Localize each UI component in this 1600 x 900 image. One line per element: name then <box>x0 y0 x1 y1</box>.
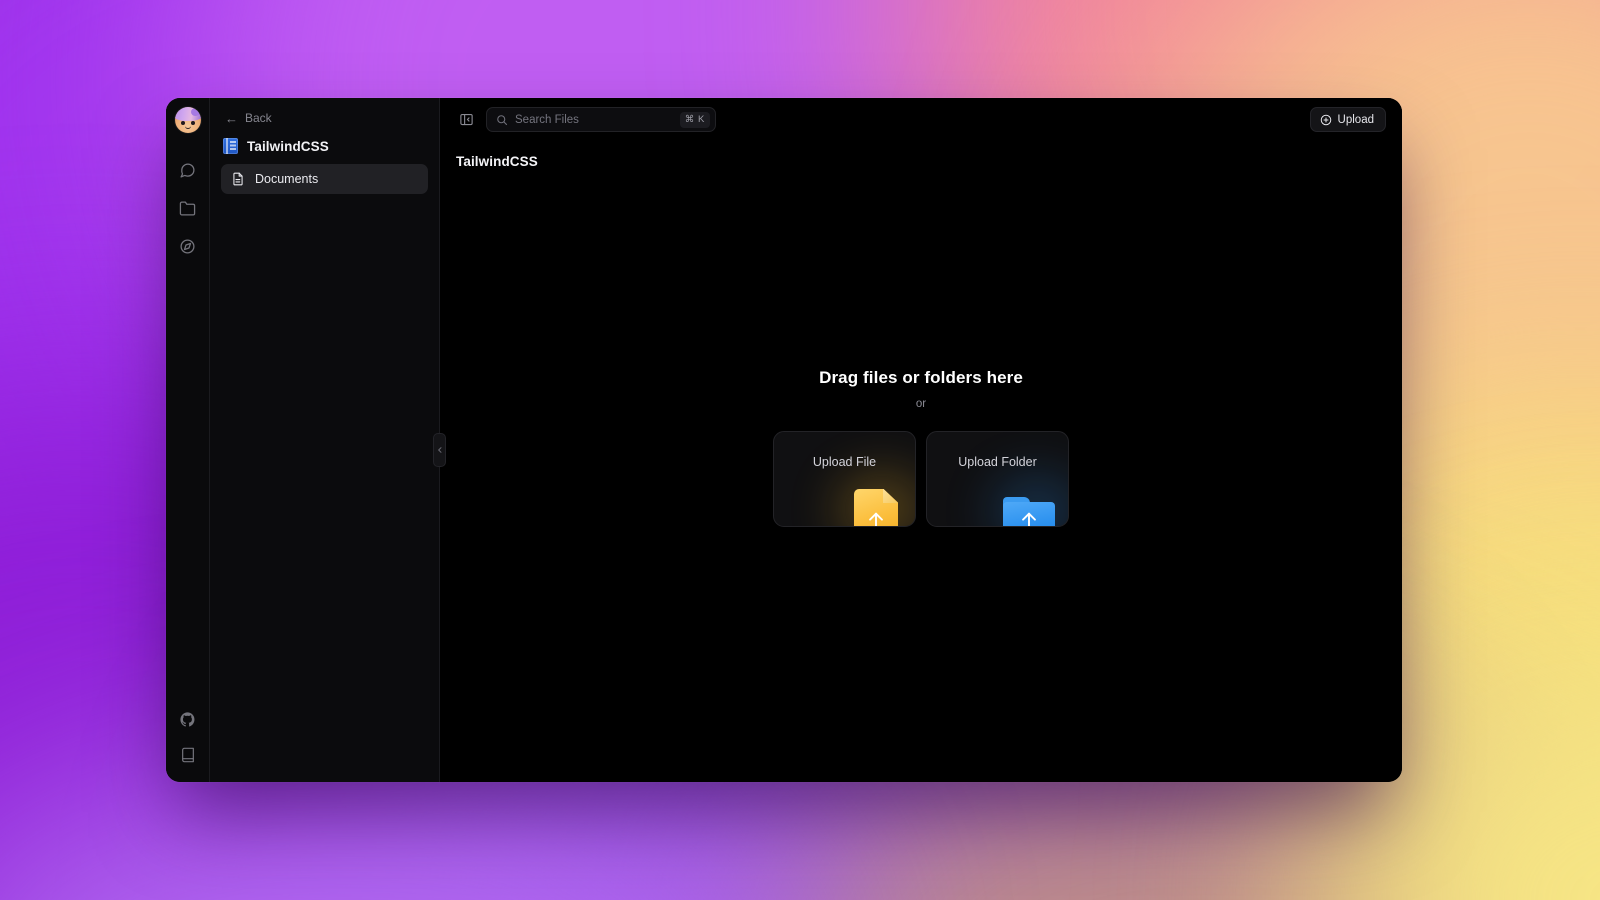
dropzone-title: Drag files or folders here <box>819 367 1023 387</box>
avatar-eye <box>190 121 195 125</box>
document-icon <box>233 172 243 186</box>
rail-top-group <box>173 155 203 261</box>
sidebar-resize-handle[interactable] <box>433 433 446 467</box>
panel-collapse-icon <box>459 113 473 126</box>
rail-item-chat[interactable] <box>173 155 203 185</box>
collection-name: TailwindCSS <box>247 138 329 154</box>
search-box[interactable]: ⌘ K <box>486 107 716 132</box>
rail-item-explore[interactable] <box>173 231 203 261</box>
main-content: ⌘ K Upload TailwindCSS Drag files or fol… <box>440 98 1402 782</box>
app-window: ← Back TailwindCSS Documents Search File… <box>166 98 1402 782</box>
search-icon <box>496 114 508 126</box>
sidebar-item-documents[interactable]: Documents <box>221 164 428 194</box>
upload-cards: Upload File Upload Folder <box>773 430 1069 527</box>
upload-file-card[interactable]: Upload File <box>773 430 916 527</box>
rail-item-files[interactable] <box>173 193 203 223</box>
book-icon <box>181 747 194 763</box>
search-shortcut-badge: ⌘ K <box>679 111 710 128</box>
folder-icon <box>179 200 196 216</box>
chat-bubble-icon <box>180 162 195 178</box>
rail-bottom-group <box>173 704 203 770</box>
upload-folder-label: Upload Folder <box>958 454 1037 469</box>
plus-circle-icon <box>1320 114 1331 125</box>
upload-button[interactable]: Upload <box>1309 107 1386 132</box>
toolbar: ⌘ K Upload <box>440 98 1402 132</box>
rail-item-github[interactable] <box>173 704 203 734</box>
back-label: Back <box>245 111 272 125</box>
rail-item-docs[interactable] <box>173 740 203 770</box>
icon-rail <box>166 98 210 782</box>
panel-collapse-button[interactable] <box>456 110 476 130</box>
dropzone-separator: or <box>915 397 927 410</box>
arrow-left-icon: ← <box>225 110 238 126</box>
compass-icon <box>180 238 195 254</box>
back-button[interactable]: ← Back <box>221 108 274 128</box>
file-dropzone[interactable]: Drag files or folders here or Upload Fil… <box>440 150 1402 782</box>
avatar-hair <box>174 107 201 121</box>
upload-button-label: Upload <box>1337 113 1374 126</box>
avatar-eye <box>180 121 185 125</box>
upload-file-label: Upload File <box>812 454 877 469</box>
sidebar-item-label: Documents <box>255 172 319 186</box>
avatar-mouth <box>184 126 191 129</box>
blue-book-icon <box>223 138 238 154</box>
user-avatar[interactable] <box>174 107 201 133</box>
chevron-left-icon <box>437 447 441 453</box>
github-icon <box>180 711 195 726</box>
collection-sidebar: ← Back TailwindCSS Documents <box>210 98 446 782</box>
upload-folder-card[interactable]: Upload Folder <box>926 430 1069 527</box>
collection-header: TailwindCSS <box>223 138 428 154</box>
search-input[interactable] <box>515 113 673 126</box>
